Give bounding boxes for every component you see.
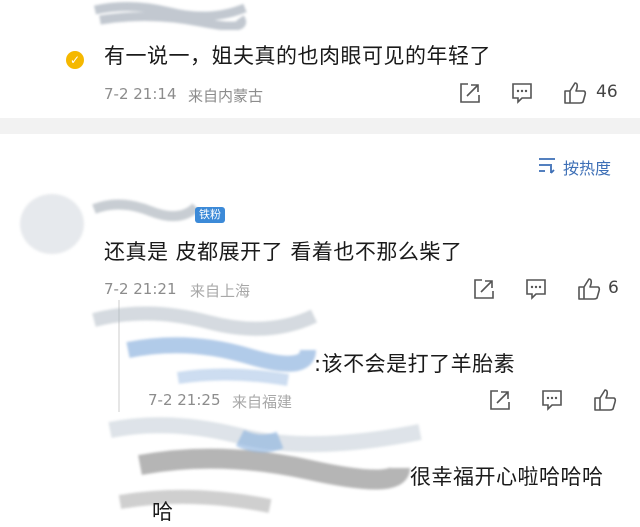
comment-icon[interactable] <box>524 277 548 301</box>
verified-badge-icon: ✓ <box>66 51 84 69</box>
comment-location: 来自内蒙古 <box>188 87 264 105</box>
censored-username <box>90 195 200 223</box>
like-icon[interactable] <box>562 80 588 106</box>
comment-date: 7-2 21:14 <box>104 85 177 103</box>
comment-text: 有一说一，姐夫真的也肉眼可见的年轻了 <box>104 44 491 68</box>
comment-icon[interactable] <box>540 388 564 412</box>
like-count: 46 <box>596 82 618 102</box>
comment-date: 7-2 21:21 <box>104 280 177 298</box>
like-icon[interactable] <box>592 387 618 413</box>
share-icon[interactable] <box>488 388 512 412</box>
fan-badge: 铁粉 <box>195 207 225 223</box>
censored-reply-username <box>88 300 318 390</box>
share-icon[interactable] <box>458 81 482 105</box>
censored-username <box>90 0 250 31</box>
sort-lines-icon[interactable] <box>537 156 557 174</box>
reply-location: 来自福建 <box>232 393 293 411</box>
sort-by-hotness-button[interactable]: 按热度 <box>563 155 611 179</box>
like-icon[interactable] <box>576 276 602 302</box>
reply-text: :该不会是打了羊胎素 <box>314 352 516 376</box>
like-count: 6 <box>608 278 619 298</box>
reply-text: 很幸福开心啦哈哈哈 <box>410 465 604 489</box>
comment-icon[interactable] <box>510 81 534 105</box>
censored-reply-username <box>100 410 430 520</box>
comment-text: 还真是 皮都展开了 看着也不那么柴了 <box>104 240 463 264</box>
reply-date: 7-2 21:25 <box>148 391 221 409</box>
section-divider <box>0 118 640 134</box>
reply-text-wrap: 哈 <box>152 500 174 524</box>
comment-location: 来自上海 <box>190 282 251 300</box>
censored-avatar <box>14 188 94 258</box>
share-icon[interactable] <box>472 277 496 301</box>
